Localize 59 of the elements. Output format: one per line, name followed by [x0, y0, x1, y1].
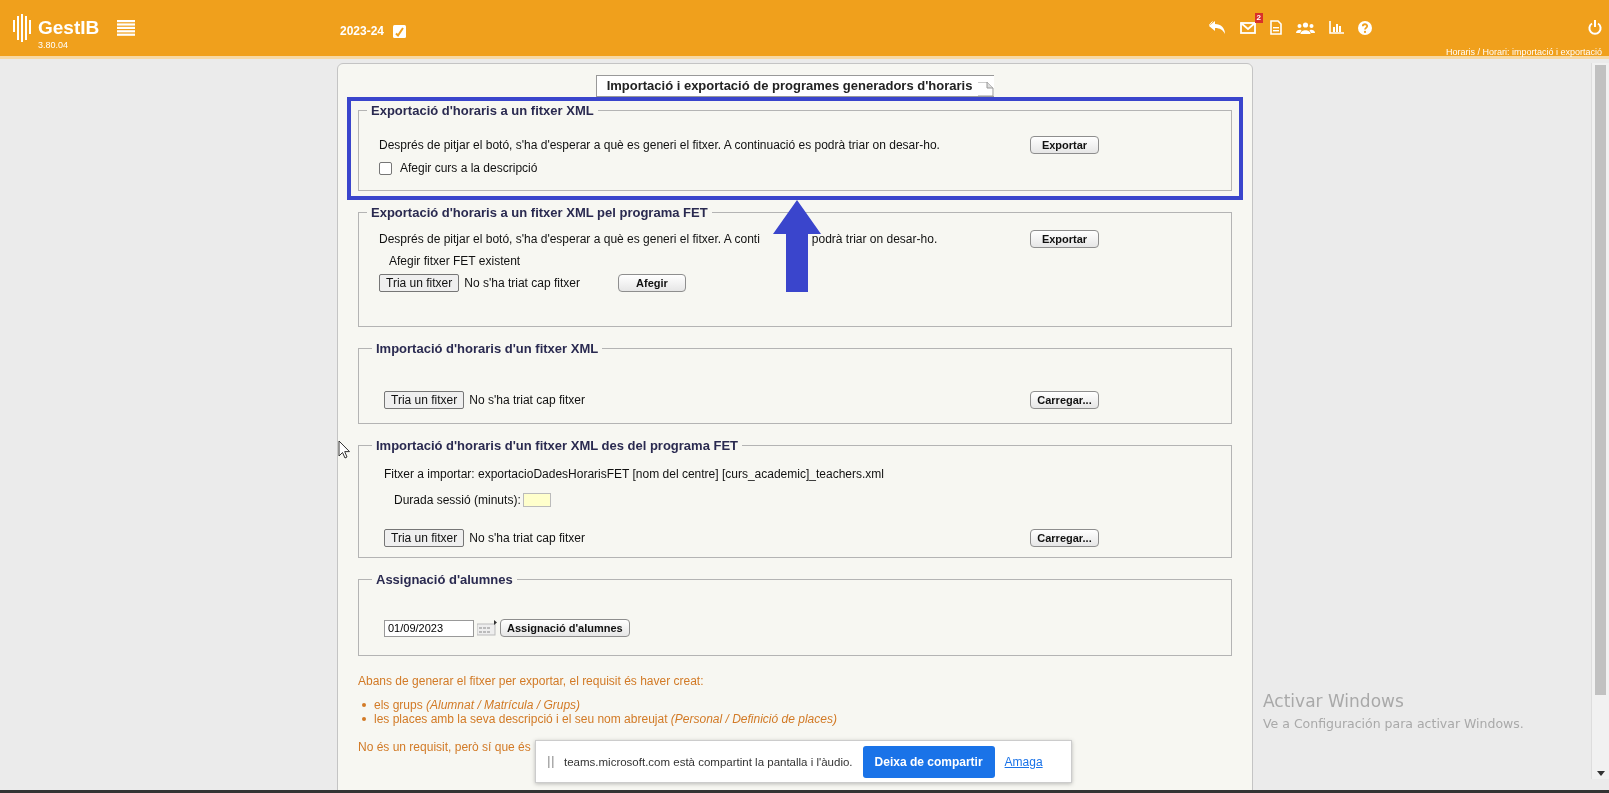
file-status: No s'ha triat cap fitxer — [469, 531, 585, 545]
note-text: els grups (Alumnat / Matrícula / Grups) — [374, 698, 581, 712]
instruction-text: Després de pitjar el botó, s'ha d'esperar a què es generi el fitxer. A continuació es podrà triar on desar-ho. — [379, 138, 940, 152]
logo-icon — [13, 14, 31, 42]
scroll-down-icon[interactable] — [1597, 771, 1605, 776]
instruction-text: podrà triar on desar-ho. — [811, 232, 938, 246]
action-button[interactable]: Assignació d'alumnes — [500, 619, 630, 637]
calendar-icon[interactable] — [477, 620, 497, 636]
power-icon[interactable] — [1588, 20, 1602, 35]
section-title: Assignació d'alumnes — [375, 572, 514, 587]
choose-file-button[interactable]: Tria un fitxer — [384, 529, 465, 547]
reply-all-icon[interactable] — [1209, 21, 1226, 34]
users-icon[interactable] — [1296, 21, 1315, 34]
hide-link[interactable]: Amaga — [1004, 754, 1043, 769]
choose-file-button[interactable]: Tria un fitxer — [379, 274, 460, 292]
note-text: les places amb la seva descripció i el seu nom abreujat (Personal / Definició de places) — [374, 712, 837, 726]
field-label: Durada sessió (minuts): — [394, 493, 521, 507]
section-title: Exportació d'horaris a un fitxer XML pel programa FET — [370, 205, 709, 220]
drag-handle-icon[interactable] — [548, 755, 554, 768]
choose-file-button[interactable]: Tria un fitxer — [384, 391, 465, 409]
scrollbar[interactable] — [1591, 63, 1609, 779]
scrollbar-thumb[interactable] — [1595, 65, 1606, 695]
help-icon[interactable] — [1358, 20, 1372, 35]
bar-chart-icon[interactable] — [1329, 21, 1344, 34]
note-text: Abans de generar el fitxer per exportar, el requisit és haver creat: — [358, 674, 705, 688]
bullet-icon — [362, 717, 366, 721]
section-title: Exportació d'horaris a un fitxer XML — [370, 103, 595, 118]
checkbox[interactable] — [379, 161, 392, 175]
activation-text: Ve a Configuración para activar Windows. — [1263, 716, 1524, 731]
share-message: teams.microsoft.com està compartint la pantalla i l'àudio. — [564, 755, 853, 768]
action-button[interactable]: Carregar... — [1030, 529, 1099, 547]
action-button[interactable]: Exportar — [1030, 230, 1099, 248]
document-icon[interactable] — [1270, 20, 1282, 35]
action-button[interactable]: Afegir — [617, 274, 686, 292]
breadcrumb: Horaris / Horari: importació i exportació — [1445, 47, 1602, 57]
menu-icon[interactable] — [117, 20, 136, 36]
mail-count-badge: 2 — [1254, 12, 1263, 23]
school-year: 2023-24 — [340, 24, 385, 38]
action-button[interactable]: Carregar... — [1030, 391, 1099, 409]
stop-sharing-button[interactable]: Deixa de compartir — [862, 745, 995, 778]
section-title: Importació d'horaris d'un fitxer XML — [375, 341, 600, 356]
file-status: No s'ha triat cap fitxer — [464, 276, 580, 290]
date-field[interactable]: 01/09/2023 — [384, 619, 474, 637]
mail-icon[interactable] — [1240, 21, 1256, 34]
instruction-text: Fitxer a importar: exportacioDadesHorarisFET [nom del centre] [curs_academic]_teachers.xml — [384, 467, 884, 481]
cursor-icon — [338, 440, 352, 460]
file-status: No s'ha triat cap fitxer — [469, 393, 585, 407]
bullet-icon — [362, 703, 366, 707]
checkbox-label: Afegir curs a la descripció — [400, 161, 538, 175]
app-name: GestIB — [38, 17, 100, 39]
action-button[interactable]: Exportar — [1030, 136, 1099, 154]
instruction-text: Després de pitjar el botó, s'ha d'esperar a què es generi el fitxer. A conti — [379, 232, 760, 246]
activation-title: Activar Windows — [1263, 691, 1405, 711]
field-label: Afegir fitxer FET existent — [389, 254, 521, 268]
version-label: 3.80.04 — [38, 40, 70, 50]
note-text: No és un requisit, però sí que és — [358, 740, 532, 754]
page-title: Importació i exportació de programes generadors d'horaris — [606, 78, 973, 95]
section-title: Importació d'horaris d'un fitxer XML des del programa FET — [375, 438, 740, 453]
input-field[interactable] — [522, 493, 551, 507]
